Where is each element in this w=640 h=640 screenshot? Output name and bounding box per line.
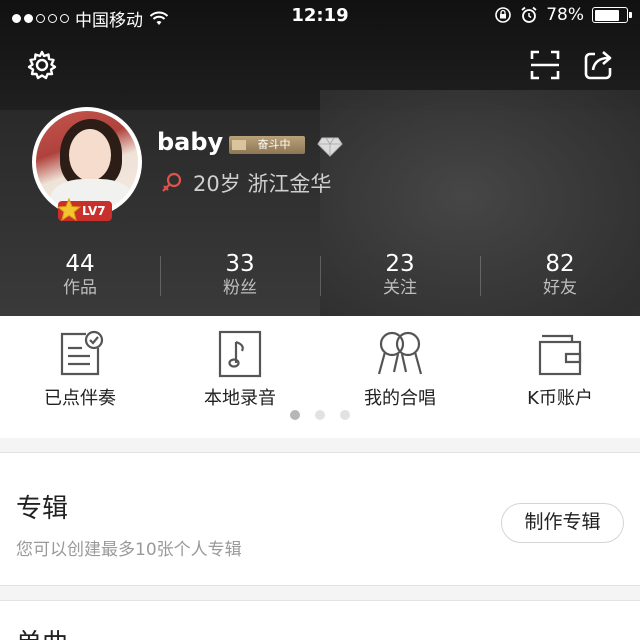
create-album-button[interactable]: 制作专辑 [501,503,624,543]
stat-count: 23 [385,251,415,277]
star-icon [56,197,82,222]
single-section: 单曲 [0,600,640,640]
alarm-icon [521,6,537,23]
stat-count: 44 [65,251,95,277]
pager-dots [0,410,640,420]
rotation-lock-icon [495,7,512,23]
battery-fill [594,9,619,21]
female-gender-icon [162,172,182,192]
stat-works[interactable]: 44 作品 [0,250,160,300]
level-text: LV7 [82,204,106,218]
battery-percent: 78% [546,5,584,25]
wallet-icon [538,334,582,376]
local-recording-icon [218,330,262,378]
stats-row: 44 作品 33 粉丝 23 关注 82 好友 [0,250,640,300]
action-label: 本地录音 [204,388,276,409]
gear-icon[interactable] [25,48,59,82]
stat-label: 作品 [63,278,97,298]
accompaniment-list-icon [60,330,104,376]
stat-count: 82 [545,251,575,277]
battery-icon [592,7,632,23]
single-title: 单曲 [16,623,68,640]
scan-icon[interactable] [528,48,562,82]
action-label: K币账户 [527,388,593,409]
album-subtitle: 您可以创建最多10张个人专辑 [16,540,242,560]
rank-badge-text: 奋斗中 [257,138,291,151]
level-badge: LV7 [56,197,112,222]
stat-friends[interactable]: 82 好友 [480,250,640,300]
rank-badge[interactable]: 奋斗中 [229,136,305,154]
pager-dot-active[interactable] [290,410,300,420]
stat-label: 粉丝 [223,278,257,298]
status-bar: 中国移动 12:19 78% [0,0,640,34]
stat-label: 关注 [383,278,417,298]
stat-count: 33 [225,251,255,277]
action-label: 我的合唱 [364,388,436,409]
username: baby [157,128,224,156]
stat-fans[interactable]: 33 粉丝 [160,250,320,300]
album-title: 专辑 [16,494,69,524]
stat-label: 好友 [543,278,577,298]
diamond-icon[interactable] [317,137,343,157]
pager-dot[interactable] [340,410,350,420]
action-label: 已点伴奏 [44,388,116,409]
age-location: 20岁 浙江金华 [193,172,332,196]
status-bar-right: 78% [494,5,632,25]
pager-dot[interactable] [315,410,325,420]
profile-header: 中国移动 12:19 78% LV7 baby 奋斗中 20岁 浙江金华 44 … [0,0,640,316]
album-section: 专辑 您可以创建最多10张个人专辑 制作专辑 [0,452,640,586]
stat-following[interactable]: 23 关注 [320,250,480,300]
share-icon[interactable] [582,48,616,82]
chorus-icon [377,331,423,375]
